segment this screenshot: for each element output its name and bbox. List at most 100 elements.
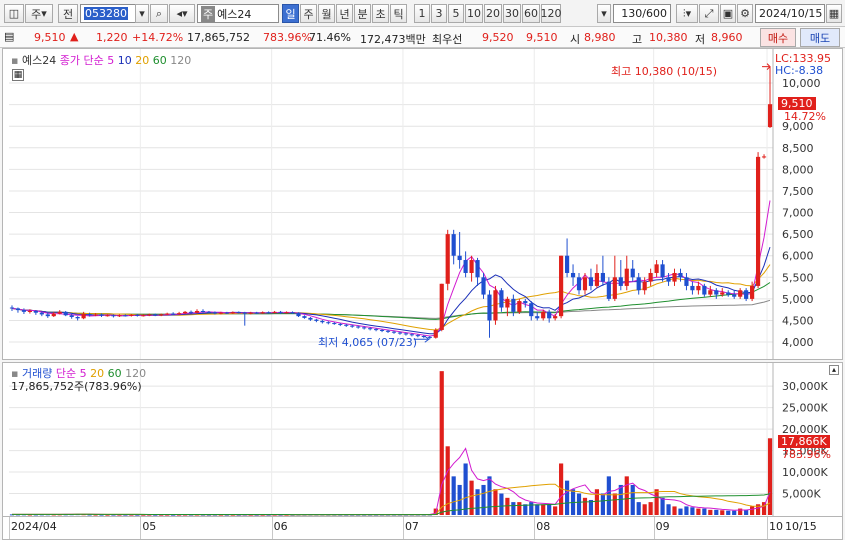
interval-button[interactable]: 5 [448, 4, 464, 23]
candle [475, 257, 480, 286]
count-field[interactable]: 130/600 [613, 4, 671, 23]
candle-body [9, 307, 15, 309]
x-axis-label: 09 [655, 520, 670, 533]
candle-body [612, 277, 617, 299]
candle-body [517, 301, 522, 312]
interval-dropdown-icon[interactable]: ▾ [597, 4, 611, 23]
candle [570, 264, 576, 286]
grid-table-icon[interactable]: ▦ [12, 69, 24, 81]
candle-body [541, 311, 546, 319]
candle [63, 310, 68, 317]
legend-ma60: 60 [152, 54, 167, 67]
draw-tool-icon[interactable]: ⤢ [699, 4, 719, 23]
price-change-pct: +14.72% [132, 31, 184, 44]
volume-bar [481, 484, 486, 515]
candle-body [177, 313, 182, 315]
candle-body [726, 292, 731, 295]
interval-button[interactable]: 30 [503, 4, 521, 23]
calendar-icon[interactable]: ▦ [826, 4, 842, 23]
last-volume-tag: 17,866K [778, 435, 830, 448]
candle-body [350, 325, 355, 327]
volume-bar [761, 502, 767, 515]
candle-body [15, 308, 21, 311]
price-chart-panel[interactable]: 10,0009,5009,0008,5008,0007,5007,0006,50… [2, 48, 843, 360]
period-mode-select[interactable]: 전 [58, 4, 78, 23]
timeframe-button[interactable]: 주 [300, 4, 317, 23]
interval-button[interactable]: 60 [522, 4, 540, 23]
legend-stock-title: 예스24 [21, 54, 57, 67]
sell-button[interactable]: 매도 [800, 28, 840, 47]
volume-bar [630, 484, 635, 515]
buy-button[interactable]: 매수 [760, 28, 796, 47]
candle [302, 315, 307, 319]
candle [284, 311, 289, 314]
volume-bar [541, 504, 546, 515]
candle-body [135, 314, 140, 316]
date-field[interactable]: 2024/10/15 [755, 4, 825, 23]
candle-body [553, 316, 558, 319]
candle [9, 305, 15, 311]
candle-body [123, 315, 128, 317]
stock-info-icon[interactable]: ▤ [4, 30, 14, 43]
volume-bar [678, 508, 683, 515]
volume-bar [732, 510, 737, 515]
candle [314, 318, 319, 323]
candle [439, 283, 444, 332]
candle [21, 308, 27, 314]
candle-body [308, 317, 313, 320]
volume-chart-panel[interactable]: 30,000K 25,000K 20,000K 15,000K 10,000K 5,000… [2, 362, 843, 517]
candle [254, 311, 259, 314]
candle-body [708, 290, 713, 295]
trade-amount: 172,473백만 [360, 33, 426, 46]
candle-body [750, 285, 755, 299]
timeframe-button[interactable]: 년 [336, 4, 353, 23]
settings-icon[interactable]: ⚙ [737, 4, 753, 23]
candle-body [529, 303, 534, 317]
candle-body [678, 272, 683, 278]
sound-icon[interactable]: ◂▾ [169, 4, 195, 23]
candle-body [212, 312, 218, 314]
code-dropdown-icon[interactable]: ▾ [135, 4, 149, 23]
x-axis-tick [9, 517, 10, 539]
volume-bar [487, 476, 492, 515]
candle-body [559, 255, 564, 317]
volume-bar [720, 510, 725, 515]
interval-button[interactable]: 120 [541, 4, 562, 23]
candle-body [379, 329, 385, 331]
interval-button[interactable]: 1 [414, 4, 430, 23]
interval-button[interactable]: 10 [465, 4, 483, 23]
code-input[interactable]: 053280 [80, 4, 136, 23]
volume-bar [553, 506, 558, 515]
candle-body [248, 312, 253, 314]
timeframe-button[interactable]: 틱 [390, 4, 407, 23]
timeframe-button[interactable]: 일 [282, 4, 299, 23]
candle-type-icon[interactable]: ⫶▾ [676, 4, 698, 23]
stock-name-field[interactable]: 주 예스24 [197, 4, 279, 23]
volume-bar [576, 493, 582, 515]
layout-icon[interactable]: ◫ [4, 4, 24, 23]
candle [236, 311, 241, 314]
panel-collapse-icon[interactable]: ▴ [829, 365, 839, 375]
candle-body [618, 277, 623, 286]
candle-body [332, 323, 337, 325]
legend-ma10: 10 [117, 54, 132, 67]
open-price: 8,980 [584, 31, 616, 44]
market-select[interactable]: 주 ▾ [25, 4, 53, 23]
candle-body [439, 283, 444, 330]
volume-bar [702, 508, 707, 515]
timeframe-button[interactable]: 월 [318, 4, 335, 23]
timeframe-button[interactable]: 초 [372, 4, 389, 23]
x-axis-label: 10 [769, 520, 784, 533]
candle-body [254, 312, 259, 314]
candle-body [236, 312, 241, 314]
interval-button[interactable]: 20 [484, 4, 502, 23]
timeframe-button[interactable]: 분 [354, 4, 371, 23]
candle-body [27, 310, 32, 312]
interval-button[interactable]: 3 [431, 4, 447, 23]
candle [493, 285, 498, 325]
candle-body [81, 313, 86, 319]
x-axis-label: 10/15 [785, 520, 817, 533]
price-legend: ▪ 예스24 종가 단순 5 10 20 60 120 [11, 52, 191, 68]
save-icon[interactable]: ▣ [720, 4, 736, 23]
search-icon[interactable]: ⌕ [150, 4, 168, 23]
